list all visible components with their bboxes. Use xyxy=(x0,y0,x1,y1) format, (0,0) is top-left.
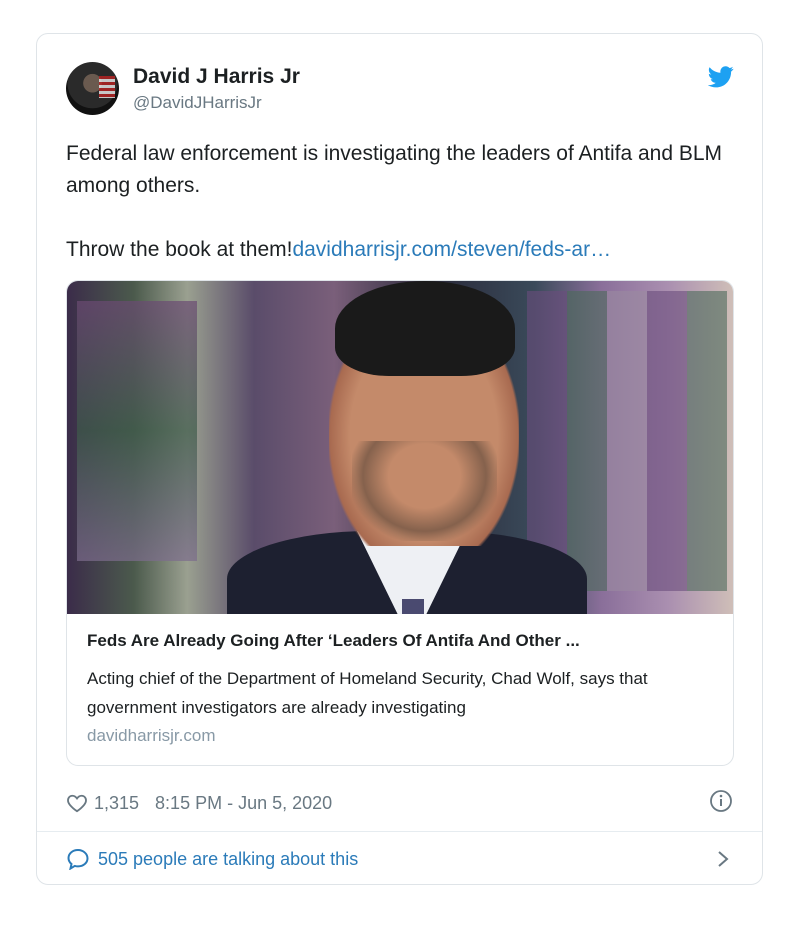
tweet-meta: 1,315 8:15 PM - Jun 5, 2020 xyxy=(66,791,332,815)
twitter-bird-icon[interactable] xyxy=(708,66,734,88)
speech-bubble-icon xyxy=(67,848,89,870)
tweet-link[interactable]: davidharrisjr.com/steven/feds-ar… xyxy=(292,238,611,261)
flag-decoration xyxy=(99,76,115,98)
timestamp[interactable]: 8:15 PM - Jun 5, 2020 xyxy=(155,793,332,814)
chevron-right-icon[interactable] xyxy=(715,849,731,869)
link-card-domain: davidharrisjr.com xyxy=(87,726,216,745)
avatar[interactable] xyxy=(66,62,119,115)
author-handle[interactable]: @DavidJHarrisJr xyxy=(133,93,262,113)
author-name[interactable]: David J Harris Jr xyxy=(133,65,300,89)
link-preview-card[interactable]: Feds Are Already Going After ‘Leaders Of… xyxy=(66,280,734,766)
tweet-line-2: Throw the book at them!davidharrisjr.com… xyxy=(66,234,736,266)
tweet-line-2-text: Throw the book at them! xyxy=(66,238,293,261)
like-count[interactable]: 1,315 xyxy=(94,793,139,814)
tweet-card: David J Harris Jr @DavidJHarrisJr Federa… xyxy=(36,33,763,885)
link-card-description: Acting chief of the Department of Homela… xyxy=(87,669,648,717)
link-card-title: Feds Are Already Going After ‘Leaders Of… xyxy=(87,631,580,650)
tweet-text: Federal law enforcement is investigating… xyxy=(66,138,736,266)
heart-icon[interactable] xyxy=(66,793,88,813)
conversation-link[interactable]: 505 people are talking about this xyxy=(66,847,358,871)
info-icon[interactable] xyxy=(709,789,733,813)
divider xyxy=(37,831,762,832)
preview-image[interactable] xyxy=(67,281,733,614)
conversation-label[interactable]: 505 people are talking about this xyxy=(98,849,358,870)
tweet-line-1: Federal law enforcement is investigating… xyxy=(66,142,723,197)
